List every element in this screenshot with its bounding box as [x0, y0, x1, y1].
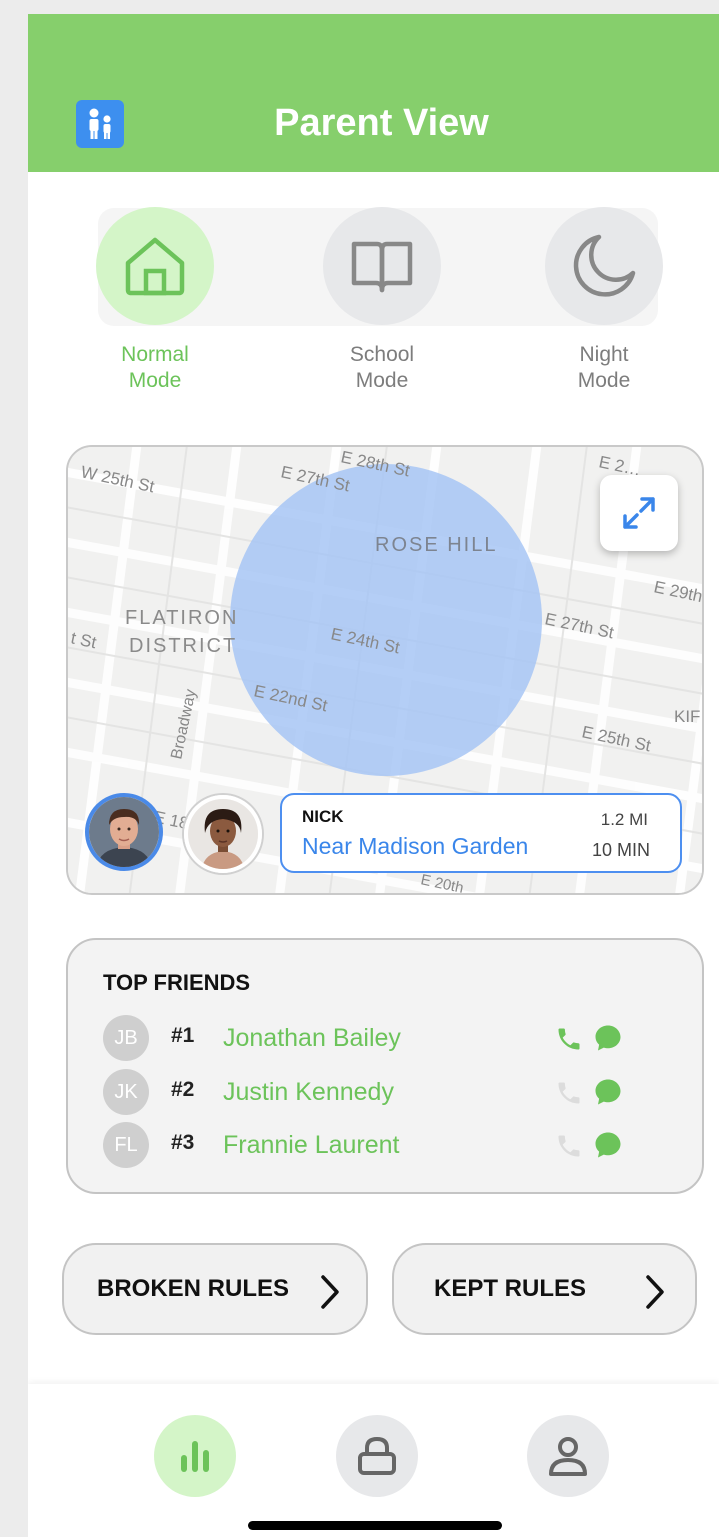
friend-initials-avatar: JK	[103, 1069, 149, 1115]
broken-rules-label: BROKEN RULES	[97, 1275, 290, 1302]
location-place: Near Madison Garden	[302, 833, 529, 859]
chart-icon	[181, 1441, 209, 1472]
page-title: Parent View	[274, 102, 489, 144]
chat-icon[interactable]	[593, 1077, 623, 1107]
location-info-card[interactable]: NICK Near Madison Garden 1.2 MI 10 MIN	[280, 793, 682, 873]
nav-profile-button[interactable]	[527, 1415, 609, 1497]
phone-icon[interactable]	[555, 1079, 583, 1107]
friend-row[interactable]: FL #3 Frannie Laurent	[103, 1122, 663, 1168]
location-eta: 10 MIN	[591, 840, 650, 860]
nav-lock-button[interactable]	[336, 1415, 418, 1497]
map-label: DISTRICT	[129, 635, 237, 657]
expand-map-button[interactable]	[600, 475, 678, 551]
friend-rank: #2	[171, 1078, 195, 1101]
friend-name[interactable]: Jonathan Bailey	[223, 1024, 401, 1053]
book-icon	[351, 241, 413, 293]
app-screen: Parent View Normal Mode School Mode Nigh…	[28, 14, 719, 1537]
expand-icon	[623, 497, 655, 529]
phone-icon[interactable]	[555, 1132, 583, 1160]
profile-icon	[549, 1437, 587, 1476]
map-label: KIF	[674, 707, 700, 726]
header-bar: Parent View	[28, 14, 719, 172]
nav-stats-button[interactable]	[154, 1415, 236, 1497]
lock-icon	[358, 1436, 396, 1475]
chat-icon[interactable]	[593, 1130, 623, 1160]
kept-rules-button[interactable]: KEPT RULES	[392, 1243, 697, 1335]
mode-normal[interactable]: Normal Mode	[75, 207, 235, 394]
map-label: ROSE HILL	[375, 534, 497, 556]
moon-icon	[573, 234, 636, 297]
friend-name[interactable]: Frannie Laurent	[223, 1131, 400, 1160]
phone-icon[interactable]	[555, 1025, 583, 1053]
top-friends-title: TOP FRIENDS	[103, 970, 251, 995]
child-name: NICK	[302, 807, 344, 826]
geofence-circle	[230, 464, 542, 776]
friend-initials-avatar: FL	[103, 1122, 149, 1168]
broken-rules-button[interactable]: BROKEN RULES	[62, 1243, 368, 1335]
mode-normal-label: Normal Mode	[121, 343, 189, 392]
friend-initials-avatar: JB	[103, 1015, 149, 1061]
mode-night-label: Night Mode	[577, 343, 631, 392]
friend-rank: #1	[171, 1024, 195, 1047]
mode-night[interactable]: Night Mode	[524, 207, 684, 394]
friend-row[interactable]: JB #1 Jonathan Bailey	[103, 1015, 663, 1061]
friend-rank: #3	[171, 1131, 195, 1154]
kept-rules-label: KEPT RULES	[434, 1275, 587, 1302]
chevron-right-icon	[321, 1275, 339, 1309]
location-distance: 1.2 MI	[600, 810, 648, 829]
chevron-right-icon	[646, 1275, 664, 1309]
mode-normal-button[interactable]	[96, 207, 214, 325]
location-map[interactable]: W 25th St E 27th St E 28th St E 2… ROSE …	[66, 445, 704, 895]
friend-row[interactable]: JK #2 Justin Kennedy	[103, 1069, 663, 1115]
chat-icon[interactable]	[593, 1023, 623, 1053]
mode-school-label: School Mode	[349, 343, 415, 392]
top-friends-card: TOP FRIENDS JB #1 Jonathan Bailey JK #2 …	[66, 938, 704, 1194]
child-avatar-second[interactable]	[184, 795, 262, 873]
mode-school[interactable]: School Mode	[302, 207, 462, 394]
friend-name[interactable]: Justin Kennedy	[223, 1078, 394, 1107]
mode-night-button[interactable]	[545, 207, 663, 325]
map-label: FLATIRON	[125, 607, 238, 629]
bottom-navigation	[28, 1384, 719, 1537]
mode-school-button[interactable]	[323, 207, 441, 325]
home-icon	[125, 237, 185, 296]
home-indicator[interactable]	[248, 1521, 502, 1530]
child-avatar-nick[interactable]	[85, 793, 163, 871]
